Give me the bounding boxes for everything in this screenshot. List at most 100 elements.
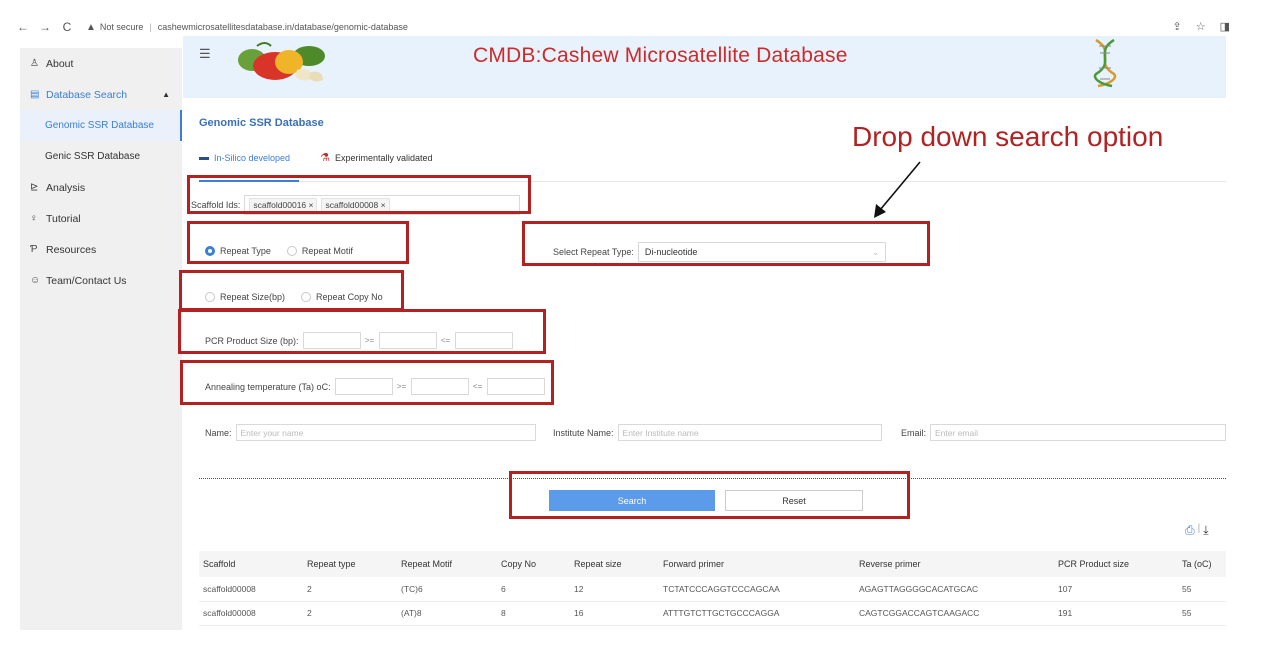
institute-input[interactable]: Enter Institute name bbox=[617, 424, 882, 441]
table-cell: scaffold00008 bbox=[199, 601, 303, 626]
table-cell: scaffold00008 bbox=[199, 577, 303, 602]
reload-button[interactable]: C bbox=[56, 20, 78, 34]
table-cell: 191 bbox=[1054, 601, 1178, 626]
download-icon[interactable]: ⤓ bbox=[1203, 523, 1208, 538]
security-label: Not secure bbox=[99, 22, 144, 32]
sidebar-item-analysis[interactable]: ⊵ Analysis bbox=[20, 172, 182, 203]
sidebar-item-team-contact[interactable]: ☺ Team/Contact Us bbox=[20, 265, 182, 296]
address-separator: | bbox=[149, 22, 152, 32]
database-icon: ▤ bbox=[30, 89, 40, 100]
header-banner: ☰ CMDB:Cashew Microsatellite Database bbox=[183, 36, 1226, 98]
column-header[interactable]: Copy No bbox=[497, 551, 570, 577]
sidebar-item-label: Genic SSR Database bbox=[45, 151, 141, 162]
dna-icon bbox=[1093, 38, 1117, 88]
bookmark-star-icon[interactable]: ☆ bbox=[1196, 20, 1206, 33]
sidebar: ♙ About ▤ Database Search ▲ Genomic SSR … bbox=[20, 48, 182, 630]
name-label: Name: bbox=[205, 427, 232, 438]
computer-icon: ▬ bbox=[199, 152, 209, 163]
table-cell: 107 bbox=[1054, 577, 1178, 602]
table-cell: 55 bbox=[1178, 601, 1226, 626]
email-field: Email: Enter email bbox=[901, 424, 1227, 441]
sidebar-item-resources[interactable]: Ƥ Resources bbox=[20, 234, 182, 265]
browser-actions: ⇪ ☆ ◨ bbox=[1173, 20, 1231, 33]
column-header[interactable]: Reverse primer bbox=[855, 551, 1054, 577]
warning-icon: ▲ bbox=[86, 21, 96, 33]
annotation-arrow-icon bbox=[874, 161, 921, 218]
annotation-box-buttons bbox=[509, 471, 910, 519]
tools-separator: | bbox=[1197, 523, 1201, 534]
sidebar-item-tutorial[interactable]: ♀ Tutorial bbox=[20, 203, 182, 234]
sidebar-item-label: Genomic SSR Database bbox=[45, 120, 154, 131]
tab-label: In-Silico developed bbox=[214, 152, 291, 163]
forward-button[interactable]: → bbox=[34, 20, 56, 34]
email-input[interactable]: Enter email bbox=[930, 424, 1227, 441]
contact-icon: ☺ bbox=[30, 275, 41, 286]
resources-icon: Ƥ bbox=[30, 244, 38, 255]
table-tools: ⎙ | ⤓ bbox=[1185, 523, 1209, 538]
column-header[interactable]: Repeat size bbox=[570, 551, 659, 577]
chevron-up-icon: ▲ bbox=[162, 90, 170, 99]
table-cell: 8 bbox=[497, 601, 570, 626]
sidebar-item-label: Tutorial bbox=[46, 212, 81, 225]
column-header[interactable]: Repeat Motif bbox=[397, 551, 497, 577]
sidebar-item-label: Team/Contact Us bbox=[46, 274, 127, 287]
tab-in-silico[interactable]: ▬ In-Silico developed bbox=[199, 151, 290, 164]
table-cell: ATTTGTCTTGCTGCCCAGGA bbox=[659, 601, 855, 626]
sidebar-item-database-search[interactable]: ▤ Database Search ▲ bbox=[20, 79, 182, 110]
table-cell: 55 bbox=[1178, 577, 1226, 602]
column-header[interactable]: Forward primer bbox=[659, 551, 855, 577]
print-icon[interactable]: ⎙ bbox=[1185, 523, 1195, 538]
annotation-box-annealing bbox=[180, 360, 554, 405]
site-title: CMDB:Cashew Microsatellite Database bbox=[473, 44, 848, 67]
table-cell: 2 bbox=[303, 577, 397, 602]
annotation-box-pcr bbox=[178, 309, 546, 354]
table-row[interactable]: scaffold00008 2 (TC)6 6 12 TCTATCCCAGGTC… bbox=[199, 577, 1226, 602]
sidebar-item-label: Database Search bbox=[46, 88, 128, 101]
sidebar-item-label: Analysis bbox=[46, 181, 86, 194]
menu-toggle-icon[interactable]: ☰ bbox=[199, 46, 211, 62]
sidepanel-icon[interactable]: ◨ bbox=[1220, 20, 1230, 33]
table-cell: 12 bbox=[570, 577, 659, 602]
annotation-box-scaffold bbox=[187, 175, 531, 214]
results-table: Scaffold Repeat type Repeat Motif Copy N… bbox=[199, 551, 1226, 626]
cashew-fruit-logo bbox=[238, 42, 325, 82]
table-cell: AGAGTTAGGGGCACATGCAC bbox=[855, 577, 1054, 602]
column-header[interactable]: PCR Product size bbox=[1054, 551, 1178, 577]
sidebar-item-genomic-ssr[interactable]: Genomic SSR Database bbox=[20, 110, 182, 141]
page-title: Genomic SSR Database bbox=[199, 117, 324, 129]
sidebar-item-label: About bbox=[46, 57, 74, 70]
security-indicator[interactable]: ▲ Not secure bbox=[86, 22, 143, 33]
tab-bar: ▬ In-Silico developed ⚗ Experimentally v… bbox=[199, 151, 433, 164]
share-icon[interactable]: ⇪ bbox=[1173, 20, 1182, 33]
column-header[interactable]: Repeat type bbox=[303, 551, 397, 577]
sidebar-item-label: Resources bbox=[46, 243, 97, 256]
tab-experimentally-validated[interactable]: ⚗ Experimentally validated bbox=[320, 151, 432, 164]
annotation-box-repeat-type bbox=[187, 221, 409, 264]
institute-label: Institute Name: bbox=[553, 427, 614, 438]
table-cell: (AT)8 bbox=[397, 601, 497, 626]
test-tube-icon: ⚗ bbox=[320, 152, 330, 164]
back-button[interactable]: ← bbox=[12, 20, 34, 34]
table-row[interactable]: scaffold00008 2 (AT)8 8 16 ATTTGTCTTGCTG… bbox=[199, 601, 1226, 626]
column-header[interactable]: Scaffold bbox=[199, 551, 303, 577]
url-text[interactable]: cashewmicrosatellitesdatabase.in/databas… bbox=[158, 22, 408, 32]
sidebar-item-about[interactable]: ♙ About bbox=[20, 48, 182, 79]
table-cell: 16 bbox=[570, 601, 659, 626]
name-field: Name: Enter your name bbox=[205, 424, 536, 441]
table-cell: 2 bbox=[303, 601, 397, 626]
annotation-box-repeat-size bbox=[179, 270, 404, 311]
table-cell: TCTATCCCAGGTCCCAGCAA bbox=[659, 577, 855, 602]
chart-icon: ⊵ bbox=[30, 182, 39, 193]
annotation-label: Drop down search option bbox=[852, 121, 1164, 152]
email-label: Email: bbox=[901, 427, 927, 438]
bulb-icon: ♀ bbox=[30, 213, 38, 224]
table-cell: (TC)6 bbox=[397, 577, 497, 602]
name-input[interactable]: Enter your name bbox=[235, 424, 536, 441]
annotation-box-dropdown bbox=[522, 221, 930, 266]
sidebar-item-genic-ssr[interactable]: Genic SSR Database bbox=[20, 141, 182, 172]
tab-label: Experimentally validated bbox=[334, 152, 433, 163]
institute-field: Institute Name: Enter Institute name bbox=[553, 424, 882, 441]
table-cell: CAGTCGGACCAGTCAAGACC bbox=[855, 601, 1054, 626]
table-header-row: Scaffold Repeat type Repeat Motif Copy N… bbox=[199, 551, 1226, 577]
column-header[interactable]: Ta (oC) bbox=[1178, 551, 1226, 577]
